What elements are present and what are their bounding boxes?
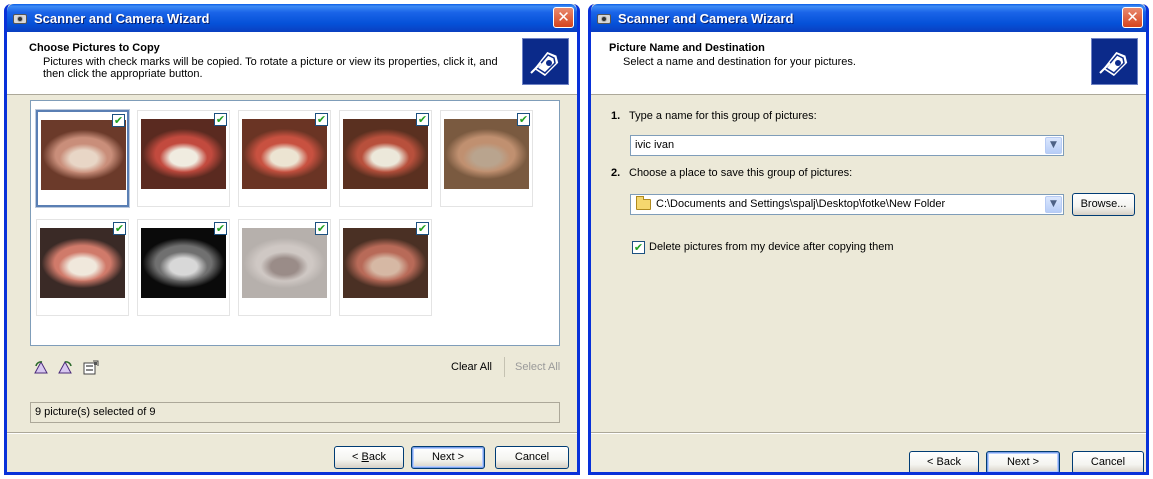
thumbnail-checkbox[interactable]: ✔ <box>416 113 429 126</box>
thumbnail-checkbox[interactable]: ✔ <box>113 222 126 235</box>
chevron-down-icon[interactable]: ▼ <box>1045 137 1062 154</box>
thumbnail-photo-6[interactable]: ✔ <box>36 219 129 316</box>
folder-icon <box>636 196 651 210</box>
thumbnail-photo-2[interactable]: ✔ <box>137 110 230 207</box>
thumbnail-photo-1[interactable]: ✔ <box>35 109 130 208</box>
thumbnail-checkbox[interactable]: ✔ <box>315 113 328 126</box>
wizard-window-name-destination: Scanner and Camera Wizard ✕ Picture Name… <box>588 4 1149 475</box>
title-bar[interactable]: Scanner and Camera Wizard ✕ <box>7 4 577 32</box>
properties-icon[interactable] <box>83 360 100 375</box>
thumbnail-checkbox[interactable]: ✔ <box>315 222 328 235</box>
window-title: Scanner and Camera Wizard <box>34 10 210 26</box>
next-button[interactable]: Next > <box>986 451 1060 472</box>
thumbnail-checkbox[interactable]: ✔ <box>416 222 429 235</box>
back-button[interactable]: < Back <box>909 451 979 472</box>
page-subtitle: Pictures with check marks will be copied… <box>43 56 498 80</box>
thumbnail-image <box>242 119 327 189</box>
chevron-down-icon[interactable]: ▼ <box>1045 196 1062 213</box>
selection-status: 9 picture(s) selected of 9 <box>30 402 560 423</box>
delete-after-copy-label[interactable]: Delete pictures from my device after cop… <box>649 241 894 253</box>
thumbnail-image <box>444 119 529 189</box>
wizard-header: Choose Pictures to Copy Pictures with ch… <box>7 32 577 95</box>
footer-divider <box>7 432 577 434</box>
close-button[interactable]: ✕ <box>553 7 574 28</box>
thumbnail-checkbox[interactable]: ✔ <box>214 113 227 126</box>
thumbnail-image <box>141 119 226 189</box>
page-title: Choose Pictures to Copy <box>29 42 160 54</box>
back-button[interactable]: < Back <box>334 446 404 469</box>
cancel-button[interactable]: Cancel <box>495 446 569 469</box>
window-title: Scanner and Camera Wizard <box>618 10 794 26</box>
page-title: Picture Name and Destination <box>609 42 765 54</box>
picture-name-value: ivic ivan <box>635 139 675 151</box>
step-1-label: Type a name for this group of pictures: <box>629 110 817 122</box>
clear-all-link[interactable]: Clear All <box>451 361 492 373</box>
wizard-camera-icon <box>522 38 569 85</box>
thumbnail-photo-4[interactable]: ✔ <box>339 110 432 207</box>
step-1-number: 1. <box>611 110 621 122</box>
thumbnail-panel[interactable]: ✔ ✔ ✔ ✔ ✔ ✔ ✔ ✔ ✔ <box>30 100 560 346</box>
wizard-window-choose-pictures: Scanner and Camera Wizard ✕ Choose Pictu… <box>4 4 580 475</box>
thumbnail-photo-3[interactable]: ✔ <box>238 110 331 207</box>
thumbnail-checkbox[interactable]: ✔ <box>112 114 125 127</box>
thumbnail-photo-5[interactable]: ✔ <box>440 110 533 207</box>
thumbnail-image <box>41 120 126 190</box>
delete-after-copy-checkbox[interactable]: ✔ <box>632 241 645 254</box>
thumbnail-photo-9[interactable]: ✔ <box>339 219 432 316</box>
thumbnail-document[interactable]: ✔ <box>238 219 331 316</box>
thumbnail-checkbox[interactable]: ✔ <box>517 113 530 126</box>
next-button[interactable]: Next > <box>411 446 485 469</box>
camera-icon <box>13 11 29 25</box>
wizard-camera-icon <box>1091 38 1138 85</box>
select-all-link[interactable]: Select All <box>515 361 560 373</box>
camera-icon <box>597 11 613 25</box>
cancel-button[interactable]: Cancel <box>1072 451 1144 472</box>
close-button[interactable]: ✕ <box>1122 7 1143 28</box>
thumbnail-image <box>343 119 428 189</box>
rotate-left-icon[interactable] <box>33 360 50 375</box>
destination-folder-combo[interactable]: C:\Documents and Settings\spalj\Desktop\… <box>630 194 1064 215</box>
thumbnail-xray[interactable]: ✔ <box>137 219 230 316</box>
thumbnail-image <box>141 228 226 298</box>
browse-button[interactable]: Browse... <box>1072 193 1135 216</box>
separator <box>504 357 505 377</box>
wizard-header: Picture Name and Destination Select a na… <box>591 32 1146 95</box>
title-bar[interactable]: Scanner and Camera Wizard ✕ <box>591 4 1146 32</box>
thumbnail-checkbox[interactable]: ✔ <box>214 222 227 235</box>
picture-name-combo[interactable]: ivic ivan ▼ <box>630 135 1064 156</box>
step-2-number: 2. <box>611 167 621 179</box>
page-subtitle: Select a name and destination for your p… <box>623 56 856 68</box>
destination-folder-value: C:\Documents and Settings\spalj\Desktop\… <box>656 198 946 210</box>
thumbnail-image <box>40 228 125 298</box>
back-button-label: < Back <box>352 451 386 463</box>
thumbnail-image <box>343 228 428 298</box>
rotate-right-icon[interactable] <box>57 360 74 375</box>
thumbnail-image <box>242 228 327 298</box>
step-2-label: Choose a place to save this group of pic… <box>629 167 853 179</box>
footer-divider <box>591 432 1146 434</box>
